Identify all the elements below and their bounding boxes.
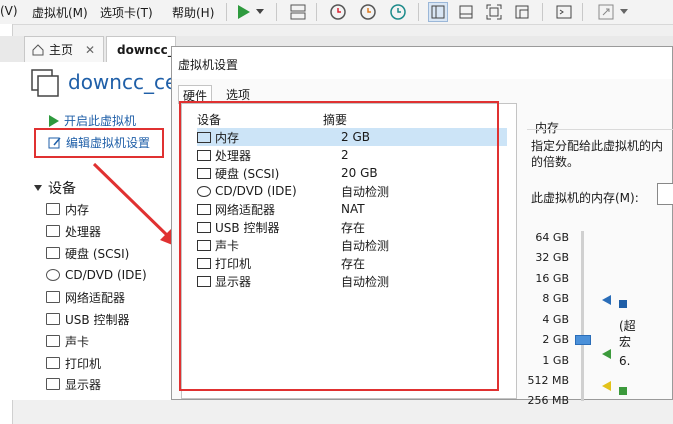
- fullscreen-icon[interactable]: [484, 2, 504, 22]
- menu-help[interactable]: 帮助(H): [172, 4, 214, 21]
- device-label: CD/DVD (IDE): [65, 268, 147, 282]
- memory-tick: 32 GB: [535, 251, 569, 264]
- legend-square-green: [619, 387, 627, 395]
- memory-field-label: 此虚拟机的内存(M):: [531, 191, 639, 205]
- menu-vm[interactable]: 虚拟机(M): [32, 4, 88, 21]
- legend-square-blue: [619, 300, 627, 308]
- send-keys-icon[interactable]: [288, 2, 308, 22]
- tab-home[interactable]: 主页 ✕: [24, 36, 104, 62]
- device-label: 网络适配器: [65, 290, 126, 305]
- thumbnail-icon[interactable]: [456, 2, 476, 22]
- unity-icon[interactable]: [512, 2, 532, 22]
- sidebar-toggle-icon[interactable]: [428, 2, 448, 22]
- memory-icon: [46, 203, 60, 215]
- memory-slider-track[interactable]: [581, 231, 584, 401]
- vm-large-icon: [31, 69, 59, 97]
- play-icon: [49, 114, 59, 127]
- device-item-memory[interactable]: 内存: [46, 200, 89, 218]
- snapshot-icon[interactable]: [328, 2, 348, 22]
- collapse-icon: [34, 185, 42, 191]
- max-recommended-marker-icon: [602, 295, 611, 305]
- memory-slider-thumb[interactable]: [575, 335, 591, 345]
- legend-fragment: 6.: [619, 354, 631, 368]
- device-label: USB 控制器: [65, 312, 130, 327]
- tab-vm[interactable]: downcc_: [106, 36, 176, 62]
- usb-icon: [46, 313, 60, 325]
- cpu-icon: [46, 225, 60, 237]
- menu-view[interactable]: (V): [0, 4, 18, 18]
- toolbar-separator: [542, 3, 543, 21]
- highlight-box: [179, 101, 499, 391]
- memory-description-line2: 的倍数。: [531, 155, 580, 169]
- device-label: 声卡: [65, 334, 90, 349]
- power-on-label: 开启此虚拟机: [64, 114, 137, 128]
- guest-min-marker-icon: [602, 381, 611, 391]
- devices-header[interactable]: 设备: [34, 178, 76, 198]
- device-item-display[interactable]: 显示器: [46, 375, 101, 393]
- memory-tick: 8 GB: [542, 292, 569, 305]
- memory-tick: 64 GB: [535, 231, 569, 244]
- stretch-dropdown-icon[interactable]: [618, 2, 630, 22]
- toolbar-separator: [226, 3, 227, 21]
- play-dropdown-icon[interactable]: [254, 2, 266, 22]
- legend-fragment: (超: [619, 319, 636, 333]
- home-icon: [32, 43, 44, 55]
- tab-home-label: 主页: [49, 43, 74, 57]
- printer-icon: [46, 357, 60, 369]
- device-label: 显示器: [65, 377, 102, 392]
- divider: [527, 129, 673, 130]
- menu-tabs[interactable]: 选项卡(T): [100, 4, 153, 21]
- memory-tick: 4 GB: [542, 313, 569, 326]
- play-icon[interactable]: [233, 2, 253, 22]
- memory-settings-panel: 内存 指定分配给此虚拟机的内 的倍数。 此虚拟机的内存(M): 64 GB 32…: [527, 103, 673, 407]
- legend-fragment: 宏: [619, 335, 632, 349]
- dialog-title: 虚拟机设置: [178, 58, 239, 72]
- disk-icon: [46, 247, 60, 259]
- device-item-sound[interactable]: 声卡: [46, 332, 89, 350]
- memory-tick: 2 GB: [542, 333, 569, 346]
- toolbar-separator: [316, 3, 317, 21]
- menubar: (V) 虚拟机(M) 选项卡(T) 帮助(H): [0, 0, 673, 25]
- toolbar-separator: [276, 3, 277, 21]
- tab-options-label: 选项: [226, 87, 251, 102]
- vm-title: downcc_ce: [68, 70, 178, 94]
- highlight-box: [34, 128, 164, 158]
- memory-input[interactable]: [657, 183, 673, 205]
- memory-header: 内存: [535, 121, 560, 135]
- vm-settings-dialog: 虚拟机设置 硬件 选项 设备 摘要 内存 2 GB 处理器 2 硬盘 (SCSI…: [171, 46, 673, 407]
- memory-tick: 256 MB: [527, 394, 569, 407]
- cd-icon: [46, 269, 60, 281]
- device-item-usb[interactable]: USB 控制器: [46, 310, 129, 328]
- dialog-titlebar[interactable]: 虚拟机设置: [172, 47, 672, 79]
- close-icon[interactable]: ✕: [85, 43, 95, 57]
- device-item-cdrom[interactable]: CD/DVD (IDE): [46, 266, 147, 284]
- console-icon[interactable]: [554, 2, 574, 22]
- snapshot-manager-icon[interactable]: [388, 2, 408, 22]
- stretch-icon[interactable]: [596, 2, 616, 22]
- device-label: 内存: [65, 202, 90, 217]
- memory-tick: 1 GB: [542, 354, 569, 367]
- network-icon: [46, 291, 60, 303]
- speaker-icon: [46, 335, 60, 347]
- revert-snapshot-icon[interactable]: [358, 2, 378, 22]
- device-item-network[interactable]: 网络适配器: [46, 288, 125, 306]
- devices-header-label: 设备: [48, 181, 76, 197]
- memory-tick: 512 MB: [527, 374, 569, 387]
- memory-tick: 16 GB: [535, 272, 569, 285]
- memory-description-line1: 指定分配给此虚拟机的内: [531, 139, 664, 153]
- recommended-min-marker-icon: [602, 349, 611, 359]
- toolbar-separator: [582, 3, 583, 21]
- power-on-link[interactable]: 开启此虚拟机: [48, 112, 136, 129]
- tab-vm-label: downcc_: [117, 42, 174, 57]
- device-item-printer[interactable]: 打印机: [46, 354, 101, 372]
- monitor-icon: [46, 378, 60, 390]
- device-label: 打印机: [65, 356, 102, 371]
- toolbar-separator: [418, 3, 419, 21]
